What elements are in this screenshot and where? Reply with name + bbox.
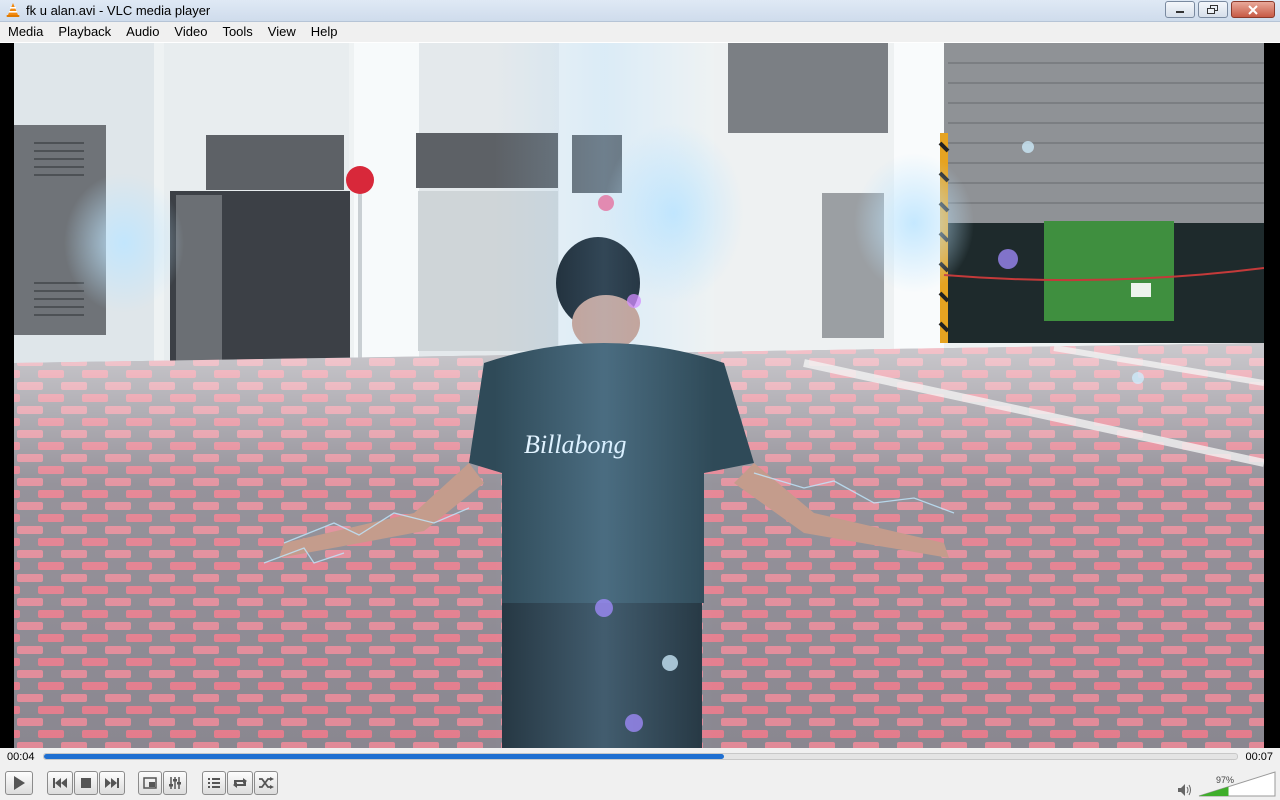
skip-next-icon [105, 778, 119, 788]
close-button[interactable] [1231, 1, 1275, 18]
seek-slider[interactable] [43, 753, 1238, 760]
next-button[interactable] [99, 771, 125, 795]
menu-bar: Media Playback Audio Video Tools View He… [0, 22, 1280, 42]
extended-settings-button[interactable] [163, 771, 187, 795]
volume-slider[interactable] [1198, 771, 1276, 797]
loop-button[interactable] [227, 771, 253, 795]
video-area[interactable]: Billabong [0, 43, 1280, 748]
equalizer-sliders-icon [169, 777, 181, 789]
skip-previous-icon [53, 778, 67, 788]
previous-button[interactable] [47, 771, 73, 795]
fullscreen-button[interactable] [138, 771, 162, 795]
video-frame: Billabong [14, 43, 1264, 748]
minimize-icon [1176, 10, 1184, 13]
play-icon [14, 776, 25, 790]
menu-tools[interactable]: Tools [214, 22, 259, 42]
fullscreen-icon [143, 777, 157, 789]
menu-audio[interactable]: Audio [118, 22, 166, 42]
control-bar: 97% [0, 766, 1280, 800]
playlist-icon [208, 778, 220, 788]
menu-help[interactable]: Help [303, 22, 345, 42]
play-button[interactable] [5, 771, 33, 795]
total-time[interactable]: 00:07 [1245, 751, 1273, 763]
menu-media[interactable]: Media [0, 22, 50, 42]
title-bar: fk u alan.avi - VLC media player [0, 0, 1280, 22]
current-time: 00:04 [7, 751, 35, 763]
stop-button[interactable] [74, 771, 98, 795]
menu-playback[interactable]: Playback [50, 22, 118, 42]
shuffle-button[interactable] [254, 771, 278, 795]
window-title: fk u alan.avi - VLC media player [26, 3, 211, 18]
vlc-cone-icon [6, 3, 20, 17]
minimize-button[interactable] [1165, 1, 1195, 18]
speaker-icon[interactable] [1177, 783, 1193, 797]
playlist-button[interactable] [202, 771, 226, 795]
menu-view[interactable]: View [260, 22, 303, 42]
seek-row: 00:04 00:07 [0, 748, 1280, 766]
restore-icon [1207, 4, 1218, 14]
menu-video[interactable]: Video [166, 22, 214, 42]
close-icon [1248, 4, 1258, 15]
shuffle-icon [259, 777, 274, 789]
restore-button[interactable] [1198, 1, 1228, 18]
video-scene: Billabong [14, 43, 1264, 748]
stop-icon [81, 778, 91, 788]
loop-icon [233, 778, 247, 788]
seek-progress [44, 754, 724, 759]
